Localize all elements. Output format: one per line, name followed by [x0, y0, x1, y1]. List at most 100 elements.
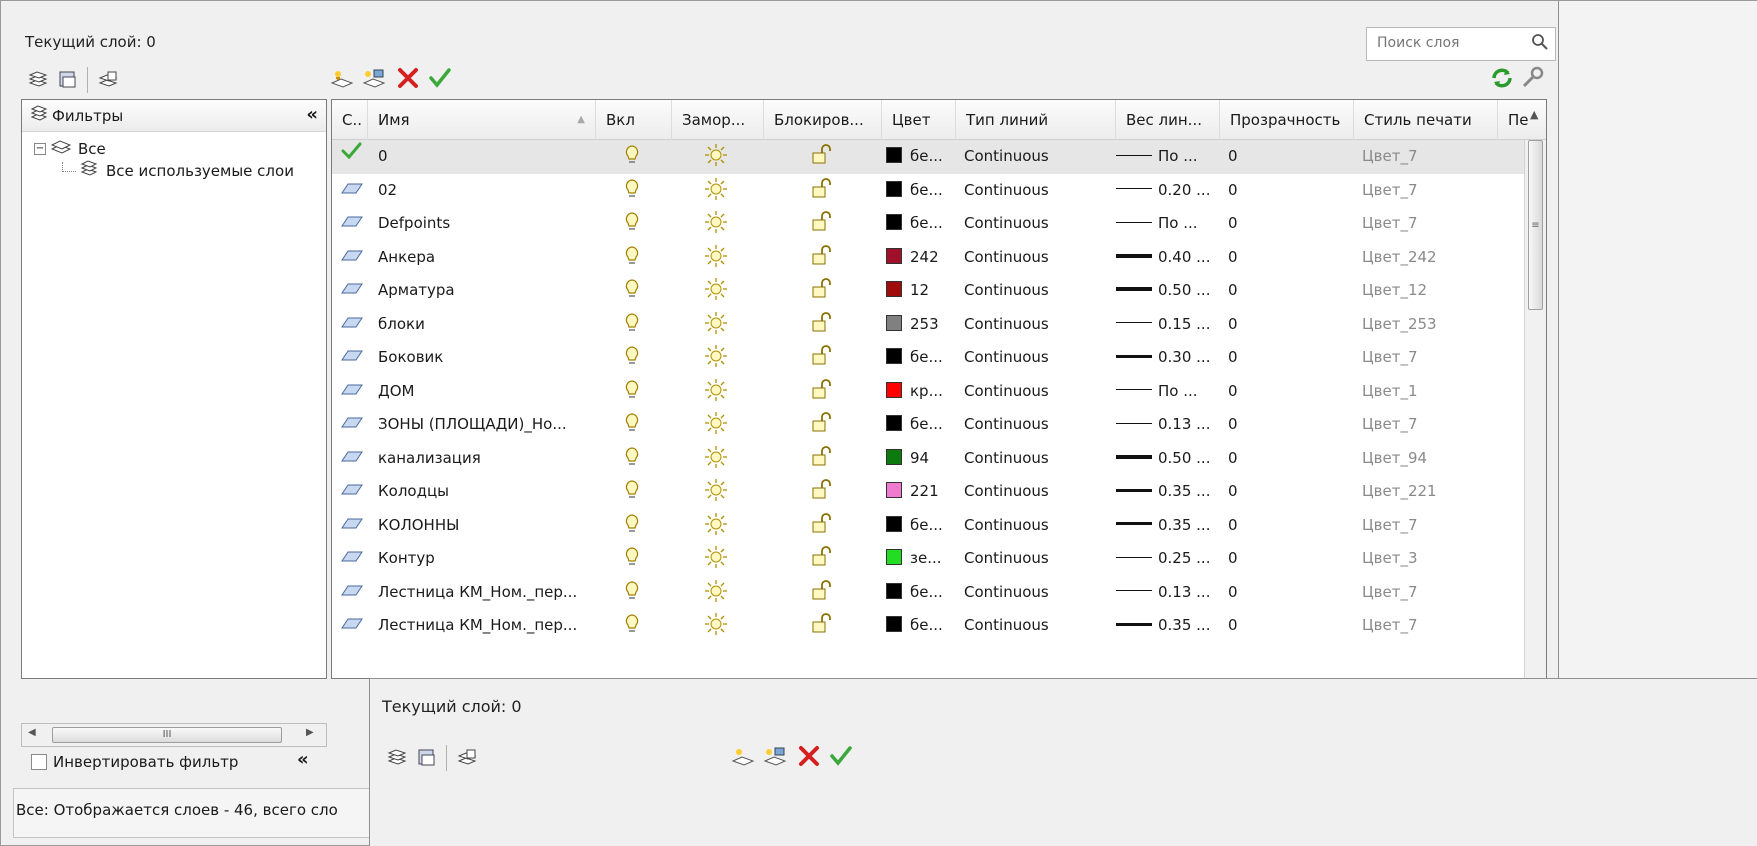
new-property-filter-icon[interactable]: [384, 745, 410, 771]
col-status[interactable]: С..: [332, 100, 368, 140]
layer-row[interactable]: канализация 94 Continuous 0.50 ... 0 Цвет_94: [332, 442, 1524, 476]
layer-linetype[interactable]: Continuous: [964, 542, 1114, 575]
col-freeze[interactable]: Замор...: [672, 100, 764, 140]
current-layer-check-icon[interactable]: [340, 140, 368, 173]
layer-lineweight[interactable]: 0.13 ...: [1116, 408, 1220, 441]
layer-color[interactable]: кр...: [886, 375, 956, 408]
layer-color[interactable]: бе...: [886, 207, 956, 240]
on-off-bulb-icon[interactable]: [624, 274, 654, 307]
layer-linetype[interactable]: Continuous: [964, 308, 1114, 341]
new-group-filter-icon[interactable]: [55, 67, 81, 93]
layer-lineweight[interactable]: 0.13 ...: [1116, 576, 1220, 609]
layer-color[interactable]: 94: [886, 442, 956, 475]
freeze-sun-icon[interactable]: [704, 609, 734, 642]
layer-lineweight[interactable]: 0.25 ...: [1116, 542, 1220, 575]
on-off-bulb-icon[interactable]: [624, 341, 654, 374]
layer-search-input[interactable]: [1367, 28, 1517, 58]
layer-row[interactable]: Анкера 242 Continuous 0.40 ... 0 Цвет_242: [332, 241, 1524, 275]
col-color[interactable]: Цвет: [882, 100, 956, 140]
delete-layer-icon[interactable]: [395, 65, 421, 91]
col-transparency[interactable]: Прозрачность: [1220, 100, 1354, 140]
layer-name[interactable]: Боковик: [378, 341, 596, 374]
tree-collapse-icon[interactable]: −: [34, 143, 46, 155]
set-current-icon[interactable]: [828, 743, 854, 769]
layer-row[interactable]: ДОМ кр... Continuous По ... 0 Цвет_1: [332, 375, 1524, 409]
layer-row[interactable]: Арматура 12 Continuous 0.50 ... 0 Цвет_12: [332, 274, 1524, 308]
collapse-filter-bottom-button[interactable]: «: [297, 749, 309, 770]
layer-color[interactable]: 253: [886, 308, 956, 341]
layer-transparency[interactable]: 0: [1228, 542, 1348, 575]
layer-icon[interactable]: [340, 308, 368, 341]
layer-lineweight[interactable]: 0.20 ...: [1116, 174, 1220, 207]
layer-linetype[interactable]: Continuous: [964, 408, 1114, 441]
freeze-sun-icon[interactable]: [704, 509, 734, 542]
freeze-sun-icon[interactable]: [704, 140, 734, 173]
scroll-left-icon[interactable]: ◀: [28, 727, 36, 738]
vertical-scroll-thumb[interactable]: ≡: [1528, 140, 1543, 310]
layer-transparency[interactable]: 0: [1228, 408, 1348, 441]
layer-icon[interactable]: [340, 341, 368, 374]
freeze-sun-icon[interactable]: [704, 375, 734, 408]
col-lineweight[interactable]: Вес лин...: [1116, 100, 1220, 140]
layer-color[interactable]: 12: [886, 274, 956, 307]
on-off-bulb-icon[interactable]: [624, 576, 654, 609]
layer-states-manager-icon[interactable]: [95, 67, 121, 93]
layer-row[interactable]: Defpoints бе... Continuous По ... 0 Цвет_7: [332, 207, 1524, 241]
layer-transparency[interactable]: 0: [1228, 207, 1348, 240]
layer-name[interactable]: Анкера: [378, 241, 596, 274]
on-off-bulb-icon[interactable]: [624, 241, 654, 274]
layer-linetype[interactable]: Continuous: [964, 509, 1114, 542]
lock-open-icon[interactable]: [810, 375, 840, 408]
freeze-sun-icon[interactable]: [704, 576, 734, 609]
layer-row[interactable]: блоки 253 Continuous 0.15 ... 0 Цвет_253: [332, 308, 1524, 342]
grid-vertical-scrollbar[interactable]: ▲ ≡: [1524, 108, 1546, 678]
scroll-up-icon[interactable]: ▲: [1530, 108, 1538, 121]
layer-lineweight[interactable]: 0.15 ...: [1116, 308, 1220, 341]
lock-open-icon[interactable]: [810, 475, 840, 508]
col-plot[interactable]: Пе: [1498, 100, 1546, 140]
layer-lineweight[interactable]: 0.35 ...: [1116, 609, 1220, 642]
layer-name[interactable]: ДОМ: [378, 375, 596, 408]
freeze-sun-icon[interactable]: [704, 475, 734, 508]
freeze-sun-icon[interactable]: [704, 174, 734, 207]
layer-row[interactable]: КОЛОННЫ бе... Continuous 0.35 ... 0 Цвет_7: [332, 509, 1524, 543]
layer-icon[interactable]: [340, 576, 368, 609]
lock-open-icon[interactable]: [810, 442, 840, 475]
layer-name[interactable]: Defpoints: [378, 207, 596, 240]
layer-icon[interactable]: [340, 274, 368, 307]
col-plot-style[interactable]: Стиль печати: [1354, 100, 1498, 140]
layer-icon[interactable]: [340, 475, 368, 508]
lock-open-icon[interactable]: [810, 609, 840, 642]
layer-row[interactable]: Лестница КМ_Ном._пер... бе... Continuous 0.…: [332, 609, 1524, 643]
layer-row[interactable]: Контур зе... Continuous 0.25 ... 0 Цвет_3: [332, 542, 1524, 576]
filter-horizontal-scrollbar[interactable]: ◀ III ▶: [21, 723, 327, 747]
new-layer-vp-frozen-icon[interactable]: [361, 65, 387, 91]
layer-lineweight[interactable]: 0.50 ...: [1116, 274, 1220, 307]
lock-open-icon[interactable]: [810, 140, 840, 173]
layer-transparency[interactable]: 0: [1228, 609, 1348, 642]
layer-color[interactable]: бе...: [886, 609, 956, 642]
layer-name[interactable]: канализация: [378, 442, 596, 475]
layer-color[interactable]: бе...: [886, 174, 956, 207]
layer-transparency[interactable]: 0: [1228, 576, 1348, 609]
lock-open-icon[interactable]: [810, 207, 840, 240]
lock-open-icon[interactable]: [810, 509, 840, 542]
layer-row[interactable]: Колодцы 221 Continuous 0.35 ... 0 Цвет_221: [332, 475, 1524, 509]
layer-transparency[interactable]: 0: [1228, 241, 1348, 274]
layer-icon[interactable]: [340, 174, 368, 207]
collapse-filter-pane-button[interactable]: «: [306, 104, 318, 125]
on-off-bulb-icon[interactable]: [624, 408, 654, 441]
on-off-bulb-icon[interactable]: [624, 542, 654, 575]
layer-transparency[interactable]: 0: [1228, 509, 1348, 542]
layer-name[interactable]: Арматура: [378, 274, 596, 307]
tree-node-all[interactable]: − Все: [34, 138, 106, 160]
layer-linetype[interactable]: Continuous: [964, 375, 1114, 408]
new-property-filter-icon[interactable]: [25, 67, 51, 93]
col-linetype[interactable]: Тип линий: [956, 100, 1116, 140]
lock-open-icon[interactable]: [810, 408, 840, 441]
layer-name[interactable]: Лестница КМ_Ном._пер...: [378, 609, 596, 642]
layer-transparency[interactable]: 0: [1228, 375, 1348, 408]
layer-name[interactable]: ЗОНЫ (ПЛОЩАДИ)_Но...: [378, 408, 596, 441]
layer-name[interactable]: 02: [378, 174, 596, 207]
layer-name[interactable]: блоки: [378, 308, 596, 341]
